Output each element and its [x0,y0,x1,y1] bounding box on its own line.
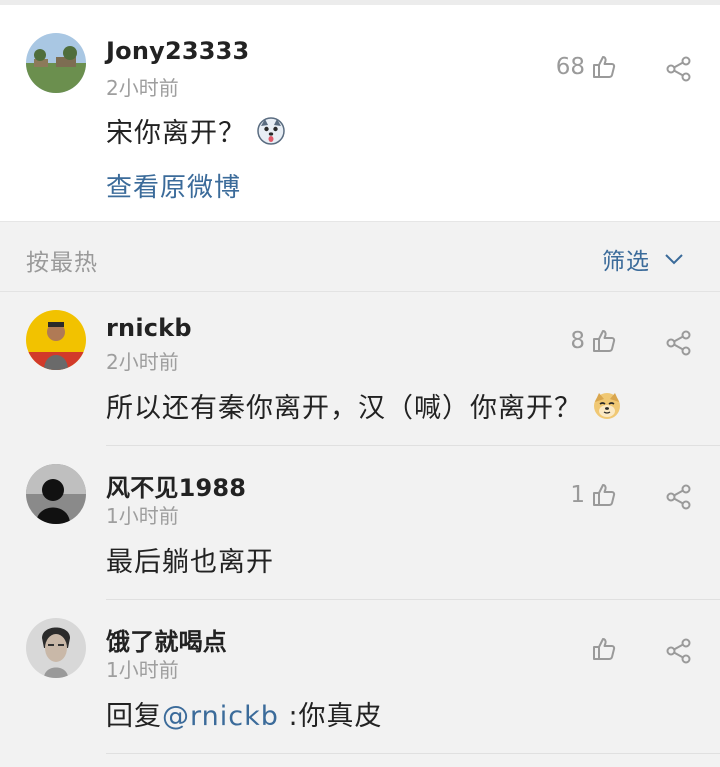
divider [106,753,720,754]
doge-emoji-icon [592,391,622,421]
avatar[interactable] [26,618,86,678]
chevron-down-icon [664,252,684,266]
main-comment-card: Jony23333 2小时前 宋你离开？ 68 查看原微博 [0,5,720,221]
like-count: 8 [570,328,585,354]
timestamp: 1小时前 [106,658,179,682]
husky-emoji-icon [256,116,286,146]
like-button[interactable] [585,636,617,662]
share-icon[interactable] [665,329,693,357]
reply-prefix: 回复 [106,701,162,732]
like-count: 1 [570,482,585,508]
list-item: 风不见1988 1小时前 最后躺也离开 1 [0,446,720,600]
share-icon[interactable] [665,55,693,83]
comment-text-body: 宋你离开？ [106,118,246,149]
username[interactable]: 饿了就喝点 [106,622,227,657]
avatar[interactable] [26,310,86,370]
avatar[interactable] [26,464,86,524]
comment-text: 最后躺也离开 [106,547,274,578]
comment-text: 回复@rnickb :你真皮 [106,694,383,733]
thumbs-up-icon [591,54,617,80]
timestamp: 2小时前 [106,76,179,100]
username[interactable]: Jony23333 [106,37,249,65]
comment-list: rnickb 2小时前 所以还有秦你离开，汉（喊）你离开？ 8 风不见1988 … [0,291,720,754]
sort-bar: 按最热 筛选 [0,221,720,291]
list-item: 饿了就喝点 1小时前 回复@rnickb :你真皮 [0,600,720,754]
like-count: 68 [555,54,585,80]
thumbs-up-icon [591,636,617,662]
avatar[interactable] [26,33,86,93]
username[interactable]: rnickb [106,314,192,342]
timestamp: 1小时前 [106,504,179,528]
timestamp: 2小时前 [106,350,179,374]
comment-text-body: :你真皮 [278,701,383,732]
share-icon[interactable] [665,483,693,511]
username[interactable]: 风不见1988 [106,468,246,503]
share-icon[interactable] [665,637,693,665]
filter-button[interactable]: 筛选 [602,242,684,276]
sort-by-hot-label[interactable]: 按最热 [26,243,98,277]
like-button[interactable]: 68 [556,54,617,80]
filter-label: 筛选 [602,249,650,275]
like-button[interactable]: 8 [570,328,617,354]
thumbs-up-icon [591,482,617,508]
like-button[interactable]: 1 [570,482,617,508]
view-original-link[interactable]: 查看原微博 [106,167,241,204]
thumbs-up-icon [591,328,617,354]
mention-link[interactable]: @rnickb [162,701,279,732]
comment-text: 宋你离开？ [106,111,286,150]
list-item: rnickb 2小时前 所以还有秦你离开，汉（喊）你离开？ 8 [0,292,720,446]
comment-text: 所以还有秦你离开，汉（喊）你离开？ [106,386,622,425]
comment-text-body: 所以还有秦你离开，汉（喊）你离开？ [106,393,582,424]
